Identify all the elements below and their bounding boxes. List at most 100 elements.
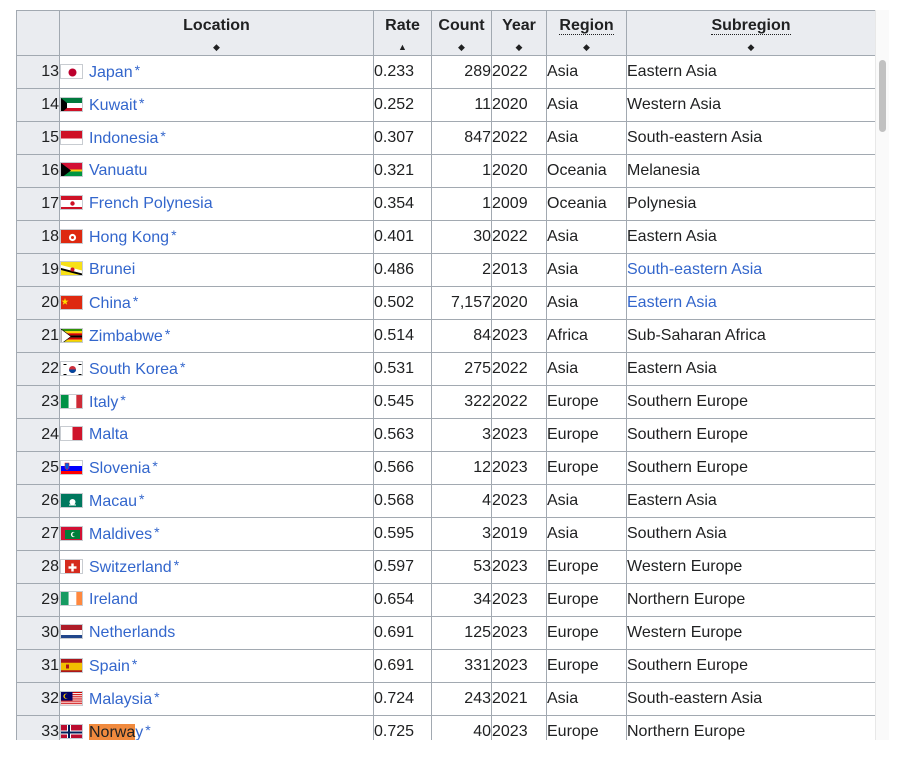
sort-icon[interactable]: ◆ — [433, 43, 491, 52]
search-highlight: Norwa — [89, 724, 136, 740]
subregion-cell: Western Asia — [626, 88, 876, 122]
sort-icon[interactable]: ◆ — [61, 43, 373, 52]
location-link[interactable]: Macau — [89, 493, 137, 510]
subregion-text: Southern Asia — [627, 525, 727, 542]
row-number: 15 — [16, 121, 60, 155]
it-flag-icon — [60, 394, 83, 409]
location-link[interactable]: South Korea — [89, 361, 178, 378]
location-link[interactable]: China — [89, 295, 131, 312]
rate-cell: 0.563 — [373, 418, 432, 452]
location-link[interactable]: Zimbabwe — [89, 328, 163, 345]
footnote-star[interactable]: * — [171, 227, 176, 243]
column-header-count[interactable]: Count ◆ — [431, 10, 492, 56]
sort-ascending-icon[interactable]: ▲ — [375, 43, 431, 52]
location-link[interactable]: Kuwait — [89, 97, 137, 114]
mt-flag-icon — [60, 426, 83, 441]
footnote-star[interactable]: * — [154, 689, 159, 705]
footnote-star[interactable]: * — [160, 128, 165, 144]
column-header-location[interactable]: Location ◆ — [59, 10, 374, 56]
table-row: 17 French Polynesia 0.354 1 2009 Oceania Polyn… — [16, 187, 876, 221]
year-cell: 2023 — [491, 319, 547, 353]
table-row: 13 Japan * 0.233 289 2022 Asia Eastern Asia — [16, 55, 876, 89]
count-cell: 289 — [431, 55, 492, 89]
table-row: 16 Vanuatu 0.321 1 2020 Oceania Melanesia — [16, 154, 876, 188]
location-link[interactable]: French Polynesia — [89, 195, 213, 212]
data-table: Location ◆ Rate ▲ Count ◆ Year ◆ Region ◆ Sub… — [16, 10, 876, 740]
location-cell: Switzerland * — [59, 550, 374, 584]
region-cell: Asia — [546, 253, 627, 287]
footnote-star[interactable]: * — [180, 359, 185, 375]
jp-flag-icon — [60, 64, 83, 79]
subregion-cell: Northern Europe — [626, 583, 876, 617]
subregion-cell: Western Europe — [626, 616, 876, 650]
rate-cell: 0.691 — [373, 649, 432, 683]
location-link[interactable]: Slovenia — [89, 460, 150, 477]
location-link[interactable]: Hong Kong — [89, 229, 169, 246]
footnote-star[interactable]: * — [132, 656, 137, 672]
row-number: 18 — [16, 220, 60, 254]
year-cell: 2022 — [491, 385, 547, 419]
table-row: 29 Ireland 0.654 34 2023 Europe Northern Europ… — [16, 583, 876, 617]
count-cell: 331 — [431, 649, 492, 683]
footnote-star[interactable]: * — [139, 95, 144, 111]
subregion-cell: Eastern Asia — [626, 220, 876, 254]
sort-icon[interactable]: ◆ — [493, 43, 546, 52]
sort-icon[interactable]: ◆ — [628, 43, 875, 52]
row-number: 20 — [16, 286, 60, 320]
count-cell: 30 — [431, 220, 492, 254]
region-cell: Asia — [546, 220, 627, 254]
column-header-year[interactable]: Year ◆ — [491, 10, 547, 56]
footnote-star[interactable]: * — [139, 491, 144, 507]
footnote-star[interactable]: * — [133, 293, 138, 309]
sort-icon[interactable]: ◆ — [548, 43, 626, 52]
scrollbar-thumb[interactable] — [879, 60, 886, 132]
vertical-scrollbar[interactable] — [875, 10, 889, 740]
location-cell: Malaysia * — [59, 682, 374, 716]
footnote-star[interactable]: * — [135, 62, 140, 78]
location-link[interactable]: Netherlands — [89, 624, 175, 641]
column-header-region[interactable]: Region ◆ — [546, 10, 627, 56]
location-link[interactable]: Vanuatu — [89, 162, 147, 179]
location-link[interactable]: Brunei — [89, 261, 135, 278]
year-cell: 2023 — [491, 418, 547, 452]
subregion-cell: Polynesia — [626, 187, 876, 221]
rate-cell: 0.401 — [373, 220, 432, 254]
location-link[interactable]: Switzerland — [89, 559, 172, 576]
subregion-text: Southern Europe — [627, 657, 748, 674]
region-cell: Asia — [546, 88, 627, 122]
footnote-star[interactable]: * — [174, 557, 179, 573]
location-link[interactable]: Indonesia — [89, 130, 158, 147]
footnote-star[interactable]: * — [145, 722, 150, 738]
subregion-link[interactable]: Eastern Asia — [628, 294, 717, 311]
table-row: 19 Brunei 0.486 2 2013 Asia South-eastern Asia — [16, 253, 876, 287]
footnote-star[interactable]: * — [154, 524, 159, 540]
location-link[interactable]: Malaysia — [89, 691, 152, 708]
location-cell: Vanuatu — [59, 154, 374, 188]
subregion-text: Melanesia — [627, 162, 700, 179]
location-link[interactable]: Norway — [89, 724, 143, 740]
footnote-star[interactable]: * — [165, 326, 170, 342]
count-cell: 3 — [431, 418, 492, 452]
location-link[interactable]: Malta — [89, 426, 128, 443]
location-link[interactable]: Spain — [89, 658, 130, 675]
row-number: 16 — [16, 154, 60, 188]
count-cell: 2 — [431, 253, 492, 287]
table-row: 27 Maldives * 0.595 3 2019 Asia Southern Asia — [16, 517, 876, 551]
hk-flag-icon — [60, 229, 83, 244]
region-cell: Europe — [546, 550, 627, 584]
footnote-star[interactable]: * — [152, 458, 157, 474]
location-link[interactable]: Ireland — [89, 591, 138, 608]
location-link[interactable]: Maldives — [89, 526, 152, 543]
column-header-subregion[interactable]: Subregion ◆ — [626, 10, 876, 56]
table-row: 30 Netherlands 0.691 125 2023 Europe Western E… — [16, 616, 876, 650]
subregion-link[interactable]: South-eastern Asia — [628, 261, 763, 278]
footnote-star[interactable]: * — [120, 392, 125, 408]
location-link[interactable]: Japan — [89, 64, 133, 81]
location-cell: Ireland — [59, 583, 374, 617]
subregion-cell: Southern Europe — [626, 385, 876, 419]
location-link[interactable]: Italy — [89, 394, 118, 411]
column-header-rate[interactable]: Rate ▲ — [373, 10, 432, 56]
year-cell: 2023 — [491, 484, 547, 518]
count-cell: 11 — [431, 88, 492, 122]
rate-cell: 0.252 — [373, 88, 432, 122]
